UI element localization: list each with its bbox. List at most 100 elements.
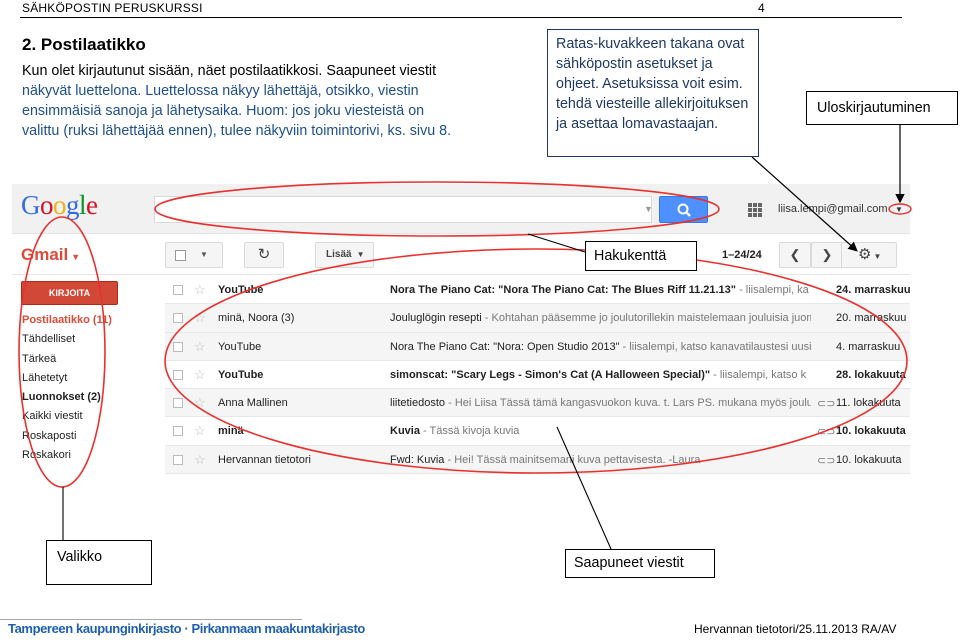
inbox-list: ☆ YouTube Nora The Piano Cat: "Nora The Pi… — [165, 276, 910, 474]
gear-icon: ⚙ — [858, 246, 872, 263]
star-icon[interactable]: ☆ — [194, 283, 206, 296]
apps-grid-icon[interactable] — [748, 203, 762, 217]
message-sender: Hervannan tietotori — [218, 453, 311, 466]
chevron-left-icon: ❮ — [789, 247, 801, 262]
footer-rule — [0, 619, 302, 620]
gmail-product-menu[interactable]: Gmail ▼ — [21, 245, 80, 265]
intro-line: valittu (ruksi lähettäjää ennen), tulee … — [22, 123, 452, 139]
logout-callout: Uloskirjautuminen — [806, 91, 958, 125]
message-sender: YouTube — [218, 368, 264, 381]
row-checkbox[interactable] — [173, 369, 183, 380]
page-count: 1–24/24 — [722, 249, 762, 261]
star-icon[interactable]: ☆ — [194, 368, 206, 381]
row-checkbox[interactable] — [173, 313, 183, 324]
magnifier-icon — [677, 203, 691, 217]
sidebar-nav: Postilaatikko (11) Tähdelliset Tärkeä Lähet… — [22, 314, 112, 468]
row-checkbox[interactable] — [173, 398, 183, 409]
row-checkbox[interactable] — [173, 426, 183, 437]
message-snippet: - Tässä kivoja kuvia — [419, 425, 520, 438]
section-title: 2. Postilaatikko — [22, 35, 146, 54]
table-row[interactable]: ☆ Anna Mallinen liitetiedosto - Hei Liisa … — [165, 389, 910, 418]
chevron-down-icon: ▼ — [200, 250, 208, 259]
intro-line: Kun olet kirjautunut sisään, näet postil… — [22, 63, 437, 79]
message-sender: minä — [218, 425, 244, 438]
account-email[interactable]: liisa.lempi@gmail.com — [778, 203, 888, 215]
message-subject: Nora The Piano Cat: "Nora The Piano Cat:… — [390, 284, 809, 296]
sidebar-item[interactable]: Lähetetyt — [22, 372, 112, 391]
table-row[interactable]: ☆ minä, Noora (3) Jouluglögin resepti - Ko… — [165, 304, 910, 333]
refresh-button[interactable]: ↻ — [244, 242, 284, 268]
sidebar-item[interactable]: Tärkeä — [22, 353, 112, 372]
newer-button[interactable]: ❮ — [779, 242, 811, 268]
more-button[interactable]: Lisää ▼ — [315, 242, 374, 268]
message-subject: Nora The Piano Cat: "Nora: Open Studio 2… — [390, 341, 811, 353]
chevron-down-icon: ▼ — [873, 252, 882, 261]
select-all-checkbox[interactable] — [175, 250, 186, 261]
search-button[interactable] — [659, 196, 708, 223]
chevron-right-icon: ❯ — [821, 247, 833, 262]
compose-button[interactable]: KIRJOITA — [21, 281, 118, 305]
settings-button[interactable]: ⚙ ▼ — [841, 242, 897, 268]
header-rule — [20, 17, 902, 18]
message-date: 4. marraskuu — [836, 340, 901, 353]
search-callout: Hakukenttä — [585, 241, 697, 271]
row-checkbox[interactable] — [173, 285, 183, 295]
document-header: SÄHKÖPOSTIN PERUSKURSSI — [22, 1, 203, 15]
chevron-down-icon: ▼ — [356, 250, 365, 259]
search-input[interactable] — [154, 196, 652, 223]
message-snippet: - Kohtahan pääsemme jo joulutorillekin m… — [481, 312, 811, 325]
intro-line: näkyvät luettelona. Luettelossa näkyy lä… — [22, 83, 419, 99]
message-subject: Jouluglögin resepti - Kohtahan pääsemme … — [390, 312, 811, 324]
message-sender: YouTube — [218, 340, 262, 353]
sidebar-item[interactable]: Kaikki viestit — [22, 410, 112, 429]
row-checkbox[interactable] — [173, 341, 183, 352]
message-subject: Kuvia - Tässä kivoja kuvia — [390, 425, 520, 438]
older-button[interactable]: ❯ — [811, 242, 843, 268]
message-sender: Anna Mallinen — [218, 397, 288, 410]
select-button[interactable]: ▼ — [165, 242, 223, 268]
sidebar-item[interactable]: Roskakori — [22, 449, 112, 468]
intro-line: ensimmäisiä sanoja ja lähetysaika. Huom:… — [22, 103, 425, 119]
star-icon[interactable]: ☆ — [194, 453, 206, 466]
star-icon[interactable]: ☆ — [194, 340, 206, 353]
table-row[interactable]: ☆ Hervannan tietotori Fwd: Kuvia - Hei! Tä… — [165, 445, 910, 474]
message-snippet: - liisalempi, ka — [736, 284, 809, 296]
search-options-caret-icon[interactable]: ▼ — [644, 204, 653, 214]
star-icon[interactable]: ☆ — [194, 396, 206, 409]
row-checkbox[interactable] — [173, 454, 183, 465]
message-sender: YouTube — [218, 284, 264, 296]
message-date: 24. marraskuu — [836, 284, 910, 296]
sidebar-item[interactable]: Postilaatikko (11) — [22, 314, 112, 333]
sidebar-item[interactable]: Tähdelliset — [22, 333, 112, 352]
google-logo[interactable]: Google — [21, 190, 98, 221]
page-number: 4 — [758, 1, 765, 15]
sidebar-item[interactable]: Luonnokset (2) — [22, 391, 112, 410]
message-date: 28. lokakuuta — [836, 368, 906, 381]
account-menu-caret-icon[interactable]: ▼ — [895, 205, 903, 214]
message-snippet: - Hei! Tässä mainitsemani kuva pettavise… — [444, 453, 701, 466]
message-date: 10. lokakuuta — [836, 425, 906, 438]
table-row[interactable]: ☆ YouTube simonscat: "Scary Legs - Simon's… — [165, 360, 910, 390]
table-row[interactable]: ☆ YouTube Nora The Piano Cat: "Nora The Pi… — [165, 276, 910, 305]
intro-paragraph: Kun olet kirjautunut sisään, näet postil… — [22, 61, 502, 141]
message-sender: minä, Noora (3) — [218, 312, 295, 325]
message-subject: Fwd: Kuvia - Hei! Tässä mainitsemani kuv… — [390, 453, 701, 466]
gmail-topbar: Google ▼ liisa.lempi@gmail.com ▼ — [12, 184, 910, 234]
paperclip-icon: ⊂⊃ — [817, 426, 836, 439]
table-row[interactable]: ☆ minä Kuvia - Tässä kivoja kuvia ⊂⊃ 10. lok… — [165, 417, 910, 446]
message-date: 20. marraskuu — [836, 312, 907, 325]
table-row[interactable]: ☆ YouTube Nora The Piano Cat: "Nora: Open … — [165, 332, 910, 361]
footer-date: Hervannan tietotori/25.11.2013 RA/AV — [694, 622, 897, 636]
settings-callout: Ratas-kuvakkeen takana ovat sähköpostin … — [547, 29, 759, 157]
sidebar-item[interactable]: Roskaposti — [22, 430, 112, 449]
message-snippet: - liisalempi, katso k — [710, 368, 807, 381]
star-icon[interactable]: ☆ — [194, 424, 206, 437]
star-icon[interactable]: ☆ — [194, 311, 206, 324]
message-snippet: - liisalempi, katso kanavatilaustesi uus… — [622, 340, 811, 353]
menu-callout: Valikko — [46, 540, 152, 585]
footer-library: Tampereen kaupunginkirjasto · Pirkanmaan… — [8, 621, 365, 636]
message-snippet: - Hei Liisa Tässä tämä kangasvuokon kuva… — [445, 397, 811, 410]
refresh-icon: ↻ — [257, 246, 271, 263]
gmail-toolbar: Gmail ▼ ▼ ↻ Lisää ▼ 1–24/24 ❮ ❯ ⚙ ▼ — [12, 235, 910, 275]
inbox-callout: Saapuneet viestit — [565, 549, 715, 578]
